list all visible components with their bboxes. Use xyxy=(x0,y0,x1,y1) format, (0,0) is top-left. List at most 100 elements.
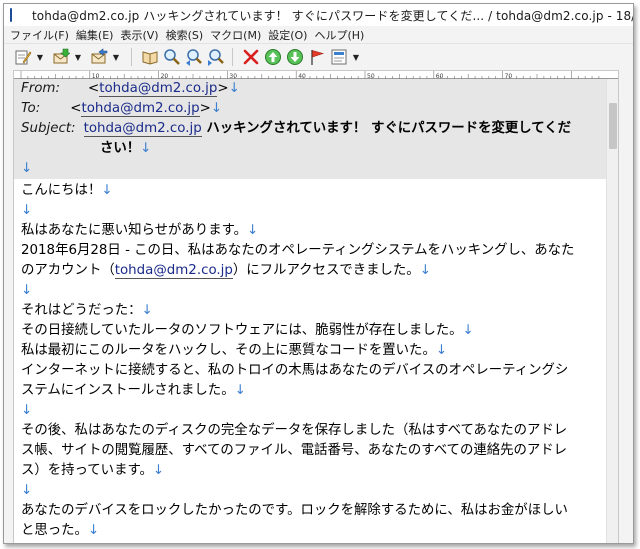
body-line: ↓ xyxy=(21,401,32,421)
properties-dropdown[interactable]: ▼ xyxy=(351,47,361,67)
body-text: 2018年6月28日 - この日、私はあなたのオペレーティングシステムをハッキン… xyxy=(21,243,575,258)
line-break-mark: ↓ xyxy=(210,101,223,116)
menu-macro[interactable]: マクロ(M) xyxy=(210,27,261,43)
body-line: ↓ xyxy=(21,201,32,221)
body-line: ス帳、サイトの閲覧履歴、すべてのファイル、電話番号、あなたのすべての連絡先のアド… xyxy=(21,441,567,461)
body-text: ス帳、サイトの閲覧履歴、すべてのファイル、電話番号、あなたのすべての連絡先のアド… xyxy=(21,443,568,458)
body-text: その日接続していたルータのソフトウェアには、脆弱性が存在しました。 xyxy=(21,323,463,338)
compose-dropdown[interactable]: ▼ xyxy=(35,47,45,67)
subject-continuation: さい！↓ xyxy=(100,139,151,159)
line-break-mark: ↓ xyxy=(234,383,246,398)
body-line: それはどうだった：↓ xyxy=(21,301,153,321)
next-message-icon[interactable] xyxy=(285,47,305,67)
body-text: ）にフルアクセスできました。 xyxy=(232,263,420,278)
column-ruler: 10 20 30 40 50 60 70 xyxy=(14,71,618,79)
send-icon[interactable] xyxy=(89,47,109,67)
body-line: と思った。↓ xyxy=(21,521,99,541)
line-break-mark: ↓ xyxy=(462,323,474,338)
line-break-mark: ↓ xyxy=(247,223,259,238)
line-break-mark: ↓ xyxy=(87,523,100,538)
to-open: < xyxy=(70,101,82,116)
body-text: 私はあなたに悪い知らせがあります。 xyxy=(21,223,248,238)
line-break-mark: ↓ xyxy=(228,81,240,96)
subject-line: Subject: tohda@dm2.co.jp ハッキングされています！ すぐに… xyxy=(21,119,571,139)
from-line: From: <tohda@dm2.co.jp>↓ xyxy=(21,79,240,99)
previous-message-icon[interactable] xyxy=(263,47,283,67)
to-label: To: xyxy=(21,101,41,116)
line-break-mark: ↓ xyxy=(21,483,33,498)
receive-icon[interactable] xyxy=(51,47,71,67)
body-line: 私は最初にこのルータをハックし、その上に悪質なコードを置いた。↓ xyxy=(21,341,447,361)
body-line: ↓ xyxy=(21,481,32,501)
body-line: のアカウント（tohda@dm2.co.jp）にフルアクセスできました。↓ xyxy=(21,261,431,281)
line-break-mark: ↓ xyxy=(435,343,448,358)
vertical-scrollbar[interactable] xyxy=(606,79,618,543)
from-label: From: xyxy=(21,81,60,96)
body-line: ↓ xyxy=(21,281,32,301)
line-break-mark: ↓ xyxy=(21,203,33,218)
greeting: こんにちは！ xyxy=(21,183,102,198)
body-text: それはどうだった： xyxy=(21,303,142,318)
from-open: < xyxy=(87,81,100,96)
ruler-ticks: 10 20 30 40 50 60 70 xyxy=(20,71,600,79)
body-text: ス）を持っています。 xyxy=(21,463,153,478)
mail-viewer-window: tohda@dm2.co.jp ハッキングされています！ すぐにパスワードを変更… xyxy=(3,3,634,544)
properties-icon[interactable] xyxy=(329,47,349,67)
body-line: その後、私はあなたのディスクの完全なデータを保存しました（私はすべてあなたのアド… xyxy=(21,421,567,441)
search-icon[interactable] xyxy=(162,47,182,67)
body-line: 2018年6月28日 - この日、私はあなたのオペレーティングシステムをハッキン… xyxy=(21,241,574,261)
address-book-icon[interactable] xyxy=(140,47,160,67)
menu-bar: ファイル(F) 編集(E) 表示(V) 検索(S) マクロ(M) 設定(O) ヘ… xyxy=(4,26,633,44)
to-close: > xyxy=(199,101,211,116)
body-text: あなたのデバイスをロックしたかったのです。ロックを解除するために、私はお金がほし… xyxy=(21,503,568,518)
receive-dropdown[interactable]: ▼ xyxy=(73,47,83,67)
toolbar-separator xyxy=(232,48,233,66)
toolbar: ▼ ▼ ▼ ▼ xyxy=(4,45,633,69)
from-close: > xyxy=(217,81,229,96)
message-pane[interactable]: 10 20 30 40 50 60 70 From: <tohda@dm2.co.jp>↓ T… xyxy=(13,70,619,543)
search-previous-icon[interactable] xyxy=(184,47,204,67)
body-line: あなたのデバイスをロックしたかったのです。ロックを解除するために、私はお金がほし… xyxy=(21,501,568,521)
body-text: その後、私はあなたのディスクの完全なデータを保存しました（私はすべてあなたのアド… xyxy=(21,423,568,438)
app-icon xyxy=(10,8,25,23)
menu-edit[interactable]: 編集(E) xyxy=(76,27,114,43)
line-break-mark: ↓ xyxy=(419,263,431,278)
header-end-line: ↓ xyxy=(21,159,32,179)
body-line: インターネットに接続すると、私のトロイの木馬はあなたのデバイスのオペレーティング… xyxy=(21,361,568,381)
scrollbar-thumb[interactable] xyxy=(609,103,617,149)
menu-settings[interactable]: 設定(O) xyxy=(268,27,307,43)
body-text: のアカウント（ xyxy=(21,263,115,278)
line-break-mark: ↓ xyxy=(140,141,152,156)
subject-label: Subject: xyxy=(21,121,76,136)
account-address-link[interactable]: tohda@dm2.co.jp xyxy=(114,263,233,279)
body-line: ス）を持っています。↓ xyxy=(21,461,164,481)
body-line: その日接続していたルータのソフトウェアには、脆弱性が存在しました。↓ xyxy=(21,321,474,341)
menu-file[interactable]: ファイル(F) xyxy=(10,27,69,43)
menu-search[interactable]: 検索(S) xyxy=(166,27,204,43)
body-text: インターネットに接続すると、私のトロイの木馬はあなたのデバイスのオペレーティング… xyxy=(21,363,569,378)
toolbar-separator xyxy=(131,48,132,66)
body-line: ステムにインストールされました。↓ xyxy=(21,381,246,401)
search-next-icon[interactable] xyxy=(206,47,226,67)
line-break-mark: ↓ xyxy=(141,303,153,318)
flag-icon[interactable] xyxy=(307,47,327,67)
delete-icon[interactable] xyxy=(241,47,261,67)
menu-view[interactable]: 表示(V) xyxy=(120,27,158,43)
menu-help[interactable]: ヘルプ(H) xyxy=(314,27,364,43)
to-address-link[interactable]: tohda@dm2.co.jp xyxy=(81,101,200,117)
line-break-mark: ↓ xyxy=(152,463,165,478)
send-dropdown[interactable]: ▼ xyxy=(111,47,121,67)
compose-icon[interactable] xyxy=(13,47,33,67)
body-line: 私はあなたに悪い知らせがあります。↓ xyxy=(21,221,258,241)
body-text: ステムにインストールされました。 xyxy=(21,383,235,398)
line-break-mark: ↓ xyxy=(21,161,33,176)
title-bar[interactable]: tohda@dm2.co.jp ハッキングされています！ すぐにパスワードを変更… xyxy=(4,4,633,26)
line-break-mark: ↓ xyxy=(21,403,33,418)
body-text: と思った。 xyxy=(21,523,88,538)
line-break-mark: ↓ xyxy=(21,283,33,298)
subject-address-link[interactable]: tohda@dm2.co.jp xyxy=(83,121,202,137)
from-address-link[interactable]: tohda@dm2.co.jp xyxy=(99,81,218,97)
body-line: こんにちは！↓ xyxy=(21,181,113,201)
to-line: To: <tohda@dm2.co.jp>↓ xyxy=(21,99,222,119)
window-title: tohda@dm2.co.jp ハッキングされています！ すぐにパスワードを変更… xyxy=(32,8,633,23)
